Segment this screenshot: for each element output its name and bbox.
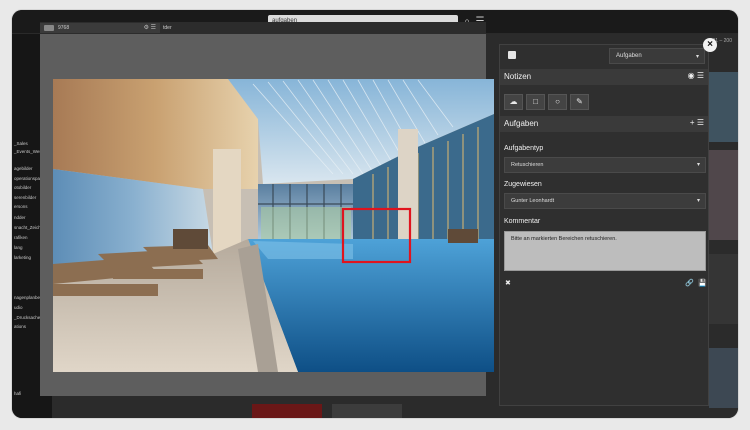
nav-arrows-icon[interactable] (44, 25, 54, 31)
sidebar-item[interactable]: _Drucksachen (14, 315, 43, 320)
sidebar-item[interactable]: agebilder (14, 166, 33, 171)
sidebar-item[interactable]: ations (14, 324, 26, 329)
aufgaben-title: Aufgaben (504, 119, 539, 128)
thumbnail[interactable] (252, 404, 322, 418)
zugewiesen-select[interactable]: Gunter Leonhardt ▾ (504, 193, 706, 209)
aufgabentyp-label: Aufgabentyp (504, 145, 544, 152)
aufgaben-header: Aufgaben + ☰ (500, 116, 708, 132)
viewer-tab[interactable]: 9768 ⚙ ☰ (40, 23, 160, 33)
delete-icon[interactable]: ✖ (505, 279, 511, 287)
notizen-title: Notizen (504, 72, 532, 81)
zugewiesen-label: Zugewiesen (504, 181, 542, 188)
sidebar-item[interactable]: otobilder (14, 185, 31, 190)
thumbnail[interactable] (332, 404, 402, 418)
mode-select-value: Aufgaben (616, 53, 642, 59)
thumbnail[interactable] (709, 348, 738, 408)
thumbnail[interactable] (709, 72, 738, 142)
chevron-down-icon: ▾ (696, 162, 700, 168)
sidebar-item[interactable]: _Sales (14, 141, 28, 146)
mode-select[interactable]: Aufgaben ▾ (609, 48, 705, 64)
tab-tools-icon[interactable]: ⚙ ☰ (144, 24, 156, 31)
link-icon[interactable]: 🔗 (685, 279, 694, 287)
edit-tool-icon[interactable]: ✎ (570, 94, 589, 110)
chevron-down-icon: ▾ (695, 54, 699, 60)
close-icon[interactable]: × (703, 38, 717, 52)
notizen-header: Notizen ◉ ☰ (500, 69, 708, 85)
aufgaben-tools-icon[interactable]: + ☰ (690, 118, 704, 127)
pool-illustration (53, 79, 494, 372)
panel-header: Aufgaben ▾ (500, 45, 708, 67)
sidebar-item[interactable]: lang (14, 245, 23, 250)
aufgabentyp-select[interactable]: Retuschieren ▾ (504, 157, 706, 173)
sidebar-item[interactable]: udio (14, 305, 23, 310)
pool-photo (53, 79, 494, 372)
save-icon[interactable] (508, 51, 516, 59)
freeform-tool-icon[interactable]: ☁ (504, 94, 523, 110)
export-icon[interactable]: 💾 (698, 279, 707, 287)
viewer-tab-label: 9768 (58, 25, 70, 31)
thumbnail[interactable] (709, 254, 738, 324)
sidebar-item[interactable]: hafi (14, 391, 21, 396)
circle-tool-icon[interactable]: ○ (548, 94, 567, 110)
thumbnail[interactable] (709, 150, 738, 240)
sidebar-item[interactable]: ersons (14, 204, 28, 209)
notizen-tools-icon[interactable]: ◉ ☰ (688, 71, 704, 80)
zugewiesen-value: Gunter Leonhardt (511, 198, 555, 204)
second-tab-label[interactable]: tder (163, 25, 172, 31)
rectangle-tool-icon[interactable]: □ (526, 94, 545, 110)
task-panel: Aufgaben ▾ Notizen ◉ ☰ ☁ □ ○ ✎ Aufgaben … (499, 44, 709, 406)
aufgabentyp-value: Retuschieren (511, 162, 544, 168)
sidebar-item[interactable]: snacht_Zeichn (14, 225, 43, 230)
sidebar-item[interactable]: ndder (14, 215, 26, 220)
chevron-down-icon: ▾ (696, 198, 700, 204)
kommentar-textarea[interactable]: Bitte an markierten Bereichen retuschier… (504, 231, 706, 271)
sidebar-item[interactable]: serenbilder (14, 195, 36, 200)
sidebar-item[interactable]: larketing (14, 255, 31, 260)
kommentar-label: Kommentar (504, 218, 541, 225)
sidebar-item[interactable]: rafiken (14, 235, 28, 240)
